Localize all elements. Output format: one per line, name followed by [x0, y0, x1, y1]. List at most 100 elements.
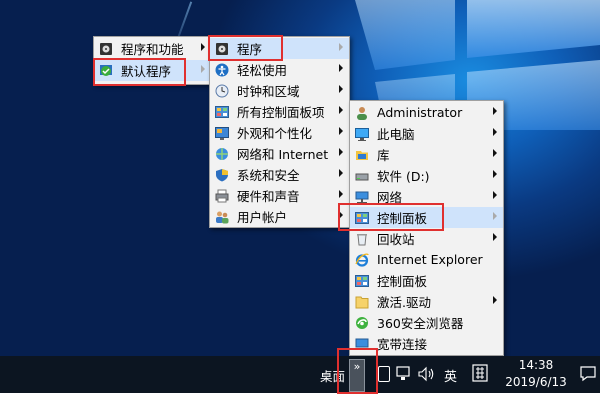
ease-of-access-icon — [214, 62, 230, 78]
menu-item-label: 宽带连接 — [377, 337, 428, 352]
appearance-icon — [214, 125, 230, 141]
menu-item-all-control-panel-items[interactable]: 所有控制面板项 — [210, 101, 349, 122]
browser-360-icon — [354, 315, 370, 331]
folder-icon — [354, 294, 370, 310]
menu-item-label: 程序 — [237, 42, 263, 57]
menu-item-activation-drivers[interactable]: 激活.驱动 — [350, 291, 503, 312]
menu-item-label: 轻松使用 — [237, 63, 288, 78]
chevron-right-icon — [493, 212, 497, 220]
menu-item-label: Internet Explorer — [377, 252, 483, 267]
ime-keyboard-icon[interactable] — [472, 364, 488, 382]
menu-item-label: 系统和安全 — [237, 168, 300, 183]
chevron-right-icon — [493, 170, 497, 178]
menu-item-programs-and-features[interactable]: 程序和功能 — [94, 38, 211, 59]
menu-item-label: 库 — [377, 148, 390, 163]
clock-time: 14:38 — [518, 358, 554, 372]
chevron-right-icon — [339, 85, 343, 93]
menu-item-label: Administrator — [377, 105, 463, 120]
show-hidden-icons-icon[interactable] — [378, 366, 390, 382]
control-panel-icon — [354, 273, 370, 289]
menu-item-administrator[interactable]: Administrator — [350, 102, 503, 123]
menu-item-network-and-internet[interactable]: 网络和 Internet — [210, 143, 349, 164]
menu-item-system-and-security[interactable]: 系统和安全 — [210, 164, 349, 185]
chevron-right-icon — [201, 65, 205, 73]
chevron-right-icon — [493, 149, 497, 157]
disc-icon — [98, 41, 114, 57]
menu-item-label: 网络和 Internet — [237, 147, 329, 162]
toolbar-expand-button[interactable]: » — [349, 359, 365, 392]
control-panel-icon — [214, 104, 230, 120]
network-icon — [214, 146, 230, 162]
clock-date: 2019/6/13 — [505, 375, 567, 389]
recycle-bin-icon — [354, 231, 370, 247]
menu-item-label: 此电脑 — [377, 127, 415, 142]
menu-item-label: 程序和功能 — [121, 42, 184, 57]
menu-item-recycle-bin[interactable]: 回收站 — [350, 228, 503, 249]
double-chevron-right-icon: » — [353, 360, 361, 373]
library-folder-icon — [354, 147, 370, 163]
chevron-right-icon — [493, 233, 497, 241]
chevron-right-icon — [339, 106, 343, 114]
menu-item-library[interactable]: 库 — [350, 144, 503, 165]
notifications-icon[interactable] — [580, 366, 596, 382]
chevron-right-icon — [339, 64, 343, 72]
computer-icon — [354, 126, 370, 142]
context-menu-level3: Administrator 此电脑 库 软件 (D:) 网络 控制面板 回收站 … — [349, 100, 504, 356]
chevron-right-icon — [339, 169, 343, 177]
menu-item-user-accounts[interactable]: 用户帐户 — [210, 206, 349, 227]
menu-item-hardware-and-sound[interactable]: 硬件和声音 — [210, 185, 349, 206]
network-status-icon[interactable] — [396, 366, 412, 382]
menu-item-internet-explorer[interactable]: Internet Explorer — [350, 249, 503, 270]
chevron-right-icon — [339, 211, 343, 219]
printer-icon — [214, 188, 230, 204]
menu-item-this-pc[interactable]: 此电脑 — [350, 123, 503, 144]
menu-item-label: 用户帐户 — [237, 210, 288, 225]
ie-icon — [354, 252, 370, 268]
context-menu-level2: 程序 轻松使用 时钟和区域 所有控制面板项 外观和个性化 网络和 Interne — [209, 36, 350, 228]
clock-icon — [214, 83, 230, 99]
chevron-right-icon — [493, 107, 497, 115]
users-icon — [214, 209, 230, 225]
menu-item-appearance[interactable]: 外观和个性化 — [210, 122, 349, 143]
menu-item-label: 软件 (D:) — [377, 169, 430, 184]
chevron-right-icon — [493, 191, 497, 199]
taskbar-clock[interactable]: 14:38 2019/6/13 — [503, 357, 569, 391]
menu-item-control-panel[interactable]: 控制面板 — [350, 270, 503, 291]
chevron-right-icon — [339, 43, 343, 51]
menu-item-label: 外观和个性化 — [237, 126, 313, 141]
default-programs-icon — [98, 63, 114, 79]
chevron-right-icon — [493, 128, 497, 136]
menu-item-ease-of-access[interactable]: 轻松使用 — [210, 59, 349, 80]
chevron-right-icon — [339, 190, 343, 198]
menu-item-360-browser[interactable]: 360安全浏览器 — [350, 312, 503, 333]
desktop-toolbar-label[interactable]: 桌面 — [320, 366, 345, 385]
broadband-icon — [354, 336, 370, 352]
chevron-right-icon — [339, 127, 343, 135]
menu-item-clock-and-region[interactable]: 时钟和区域 — [210, 80, 349, 101]
control-panel-icon — [354, 210, 370, 226]
menu-item-label: 控制面板 — [377, 274, 428, 289]
user-icon — [354, 105, 370, 121]
menu-item-label: 时钟和区域 — [237, 84, 300, 99]
context-menu-level1: 程序和功能 默认程序 — [93, 36, 212, 85]
menu-item-default-programs[interactable]: 默认程序 — [94, 60, 211, 81]
menu-item-broadband-connection[interactable]: 宽带连接 — [350, 333, 503, 354]
menu-item-label: 硬件和声音 — [237, 189, 300, 204]
menu-item-control-panel-submenu[interactable]: 控制面板 — [350, 207, 503, 228]
menu-item-label: 默认程序 — [121, 64, 172, 79]
menu-item-network[interactable]: 网络 — [350, 186, 503, 207]
menu-item-label: 控制面板 — [377, 211, 428, 226]
menu-item-label: 所有控制面板项 — [237, 105, 325, 120]
chevron-right-icon — [201, 43, 205, 51]
drive-icon — [354, 168, 370, 184]
security-shield-icon — [214, 167, 230, 183]
network-drive-icon — [354, 189, 370, 205]
ime-language-indicator[interactable]: 英 — [444, 366, 457, 385]
menu-item-label: 网络 — [377, 190, 403, 205]
menu-item-drive-d[interactable]: 软件 (D:) — [350, 165, 503, 186]
menu-item-label: 激活.驱动 — [377, 295, 431, 310]
volume-icon[interactable] — [418, 366, 436, 382]
menu-item-programs[interactable]: 程序 — [210, 38, 349, 59]
chevron-right-icon — [339, 148, 343, 156]
menu-item-label: 360安全浏览器 — [377, 316, 464, 331]
